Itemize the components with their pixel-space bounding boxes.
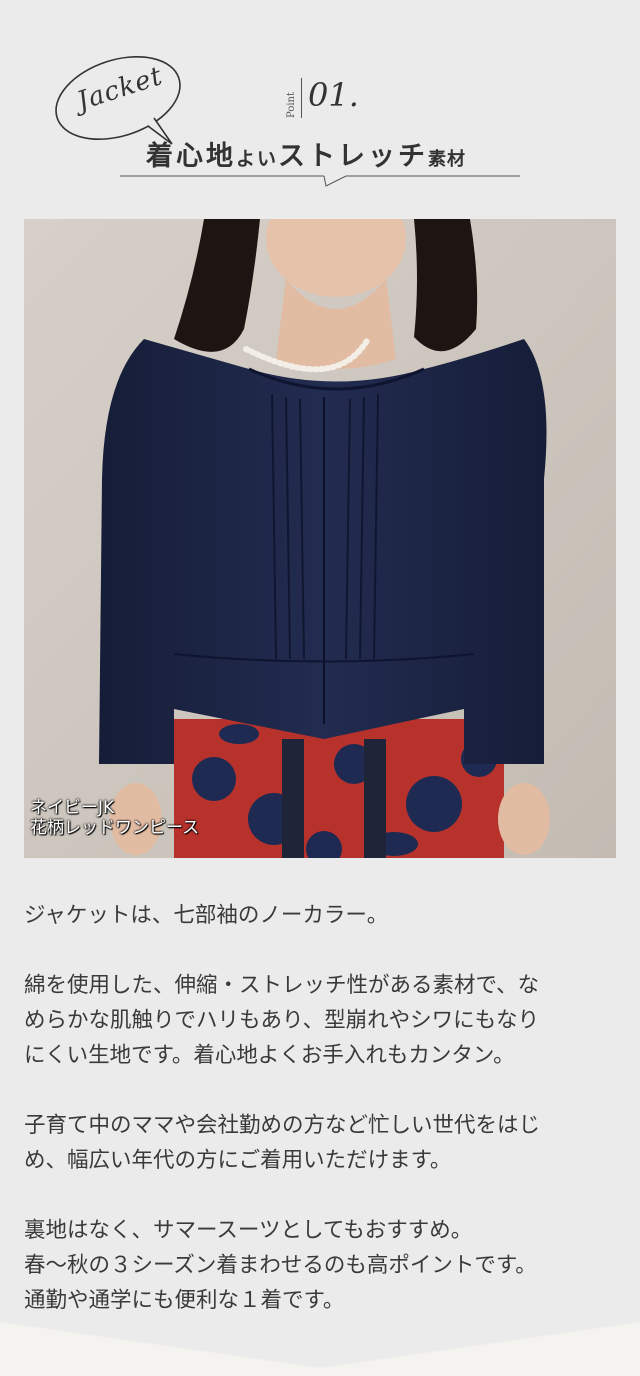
section-headline: 着心地よいストレッチ素材 (146, 134, 466, 173)
point-divider (301, 78, 302, 118)
description-paragraph-4: 裏地はなく、サマースーツとしてもおすすめ。 春〜秋の３シーズン着まわせるのも高ポ… (24, 1218, 537, 1313)
point-number: 01. (308, 76, 359, 114)
headline-underline (120, 175, 520, 187)
product-photo (24, 219, 616, 858)
model-jacket-illustration (24, 219, 616, 858)
caption-line-1: ネイビーJK (30, 798, 115, 818)
section-header: Jacket Point 01. 着心地よいストレッチ素材 (0, 0, 640, 210)
description-paragraph-2: 綿を使用した、伸縮・ストレッチ性がある素材で、な めらかな肌触りでハリもあり、型… (24, 973, 540, 1068)
headline-part-2: よい (236, 148, 279, 170)
description-paragraph-3: 子育て中のママや会社勤めの方など忙しい世代をはじ め、幅広い年代の方にご着用いた… (24, 1113, 541, 1173)
headline-part-1: 着心地 (146, 141, 236, 172)
product-description: ジャケットは、七部袖のノーカラー。 綿を使用した、伸縮・ストレッチ性がある素材で… (24, 898, 616, 1318)
bottom-divider (0, 1322, 640, 1376)
photo-caption: ネイビーJK 花柄レッドワンピース (30, 798, 199, 838)
headline-part-3: ストレッチ (278, 141, 429, 172)
headline-part-4: 素材 (428, 149, 467, 170)
point-label: Point (286, 91, 297, 118)
caption-line-2: 花柄レッドワンピース (30, 818, 200, 838)
description-paragraph-1: ジャケットは、七部袖のノーカラー。 (24, 903, 389, 928)
